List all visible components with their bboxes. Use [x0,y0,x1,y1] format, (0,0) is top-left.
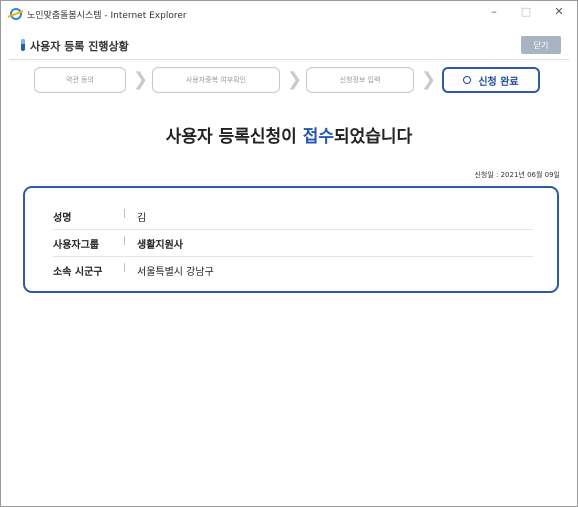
step-info-input: 신청정보 입력 [306,67,414,93]
info-value: 김 [137,213,147,224]
separator: | [123,236,127,246]
step-label: 사용자중복 여부확인 [185,76,247,84]
step-label: 신청정보 입력 [339,76,381,84]
minimize-button[interactable]: – [484,5,504,18]
step-duplicate-check: 사용자중복 여부확인 [152,67,280,93]
header-icon [21,39,25,51]
title-bar: 노인맞춤돌봄시스템 - Internet Explorer – □ ✕ [1,1,577,27]
page-title: 사용자 등록 진행상황 [30,40,129,53]
maximize-button[interactable]: □ [516,5,536,18]
chevron-right-icon: ❯ [133,69,149,90]
separator: | [123,209,127,219]
step-terms: 약관 동의 [34,67,126,93]
application-date: 신청일 : 2021년 06월 09일 [474,171,560,179]
progress-steps: 약관 동의 ❯ 사용자중복 여부확인 ❯ 신청정보 입력 ❯ 신청 완료 [0,67,578,97]
window-close-button[interactable]: ✕ [549,5,569,18]
headline-text-end: 되었습니다 [334,127,413,147]
window-title: 노인맞춤돌봄시스템 - Internet Explorer [27,11,187,21]
info-row-district: 소속 시군구 | 서울특별시 강남구 [53,257,533,283]
info-value: 생활지원사 [137,240,183,251]
step-complete: 신청 완료 [442,67,540,93]
redaction-mask [154,207,209,223]
info-label: 성명 [53,213,72,224]
info-label: 사용자그룹 [53,240,99,251]
ie-icon [10,8,22,20]
headline-text: 사용자 등록신청이 [165,127,303,147]
step-label: 약관 동의 [66,76,94,84]
page-header: 사용자 등록 진행상황 닫기 [9,31,569,60]
completion-headline: 사용자 등록신청이 접수되었습니다 [0,122,578,147]
info-row-group: 사용자그룹 | 생활지원사 [53,230,533,257]
chevron-right-icon: ❯ [287,69,303,90]
info-row-name: 성명 | 김 [53,203,533,230]
applicant-info-card: 성명 | 김 사용자그룹 | 생활지원사 소속 시군구 | 서울특별시 강남구 [23,186,559,293]
info-label: 소속 시군구 [53,267,103,278]
close-button[interactable]: 닫기 [521,36,561,54]
chevron-right-icon: ❯ [421,69,437,90]
step-label: 신청 완료 [478,76,519,88]
separator: | [123,263,127,273]
ring-icon [463,76,472,84]
headline-accent: 접수 [302,127,335,147]
info-value: 서울특별시 강남구 [137,267,214,278]
